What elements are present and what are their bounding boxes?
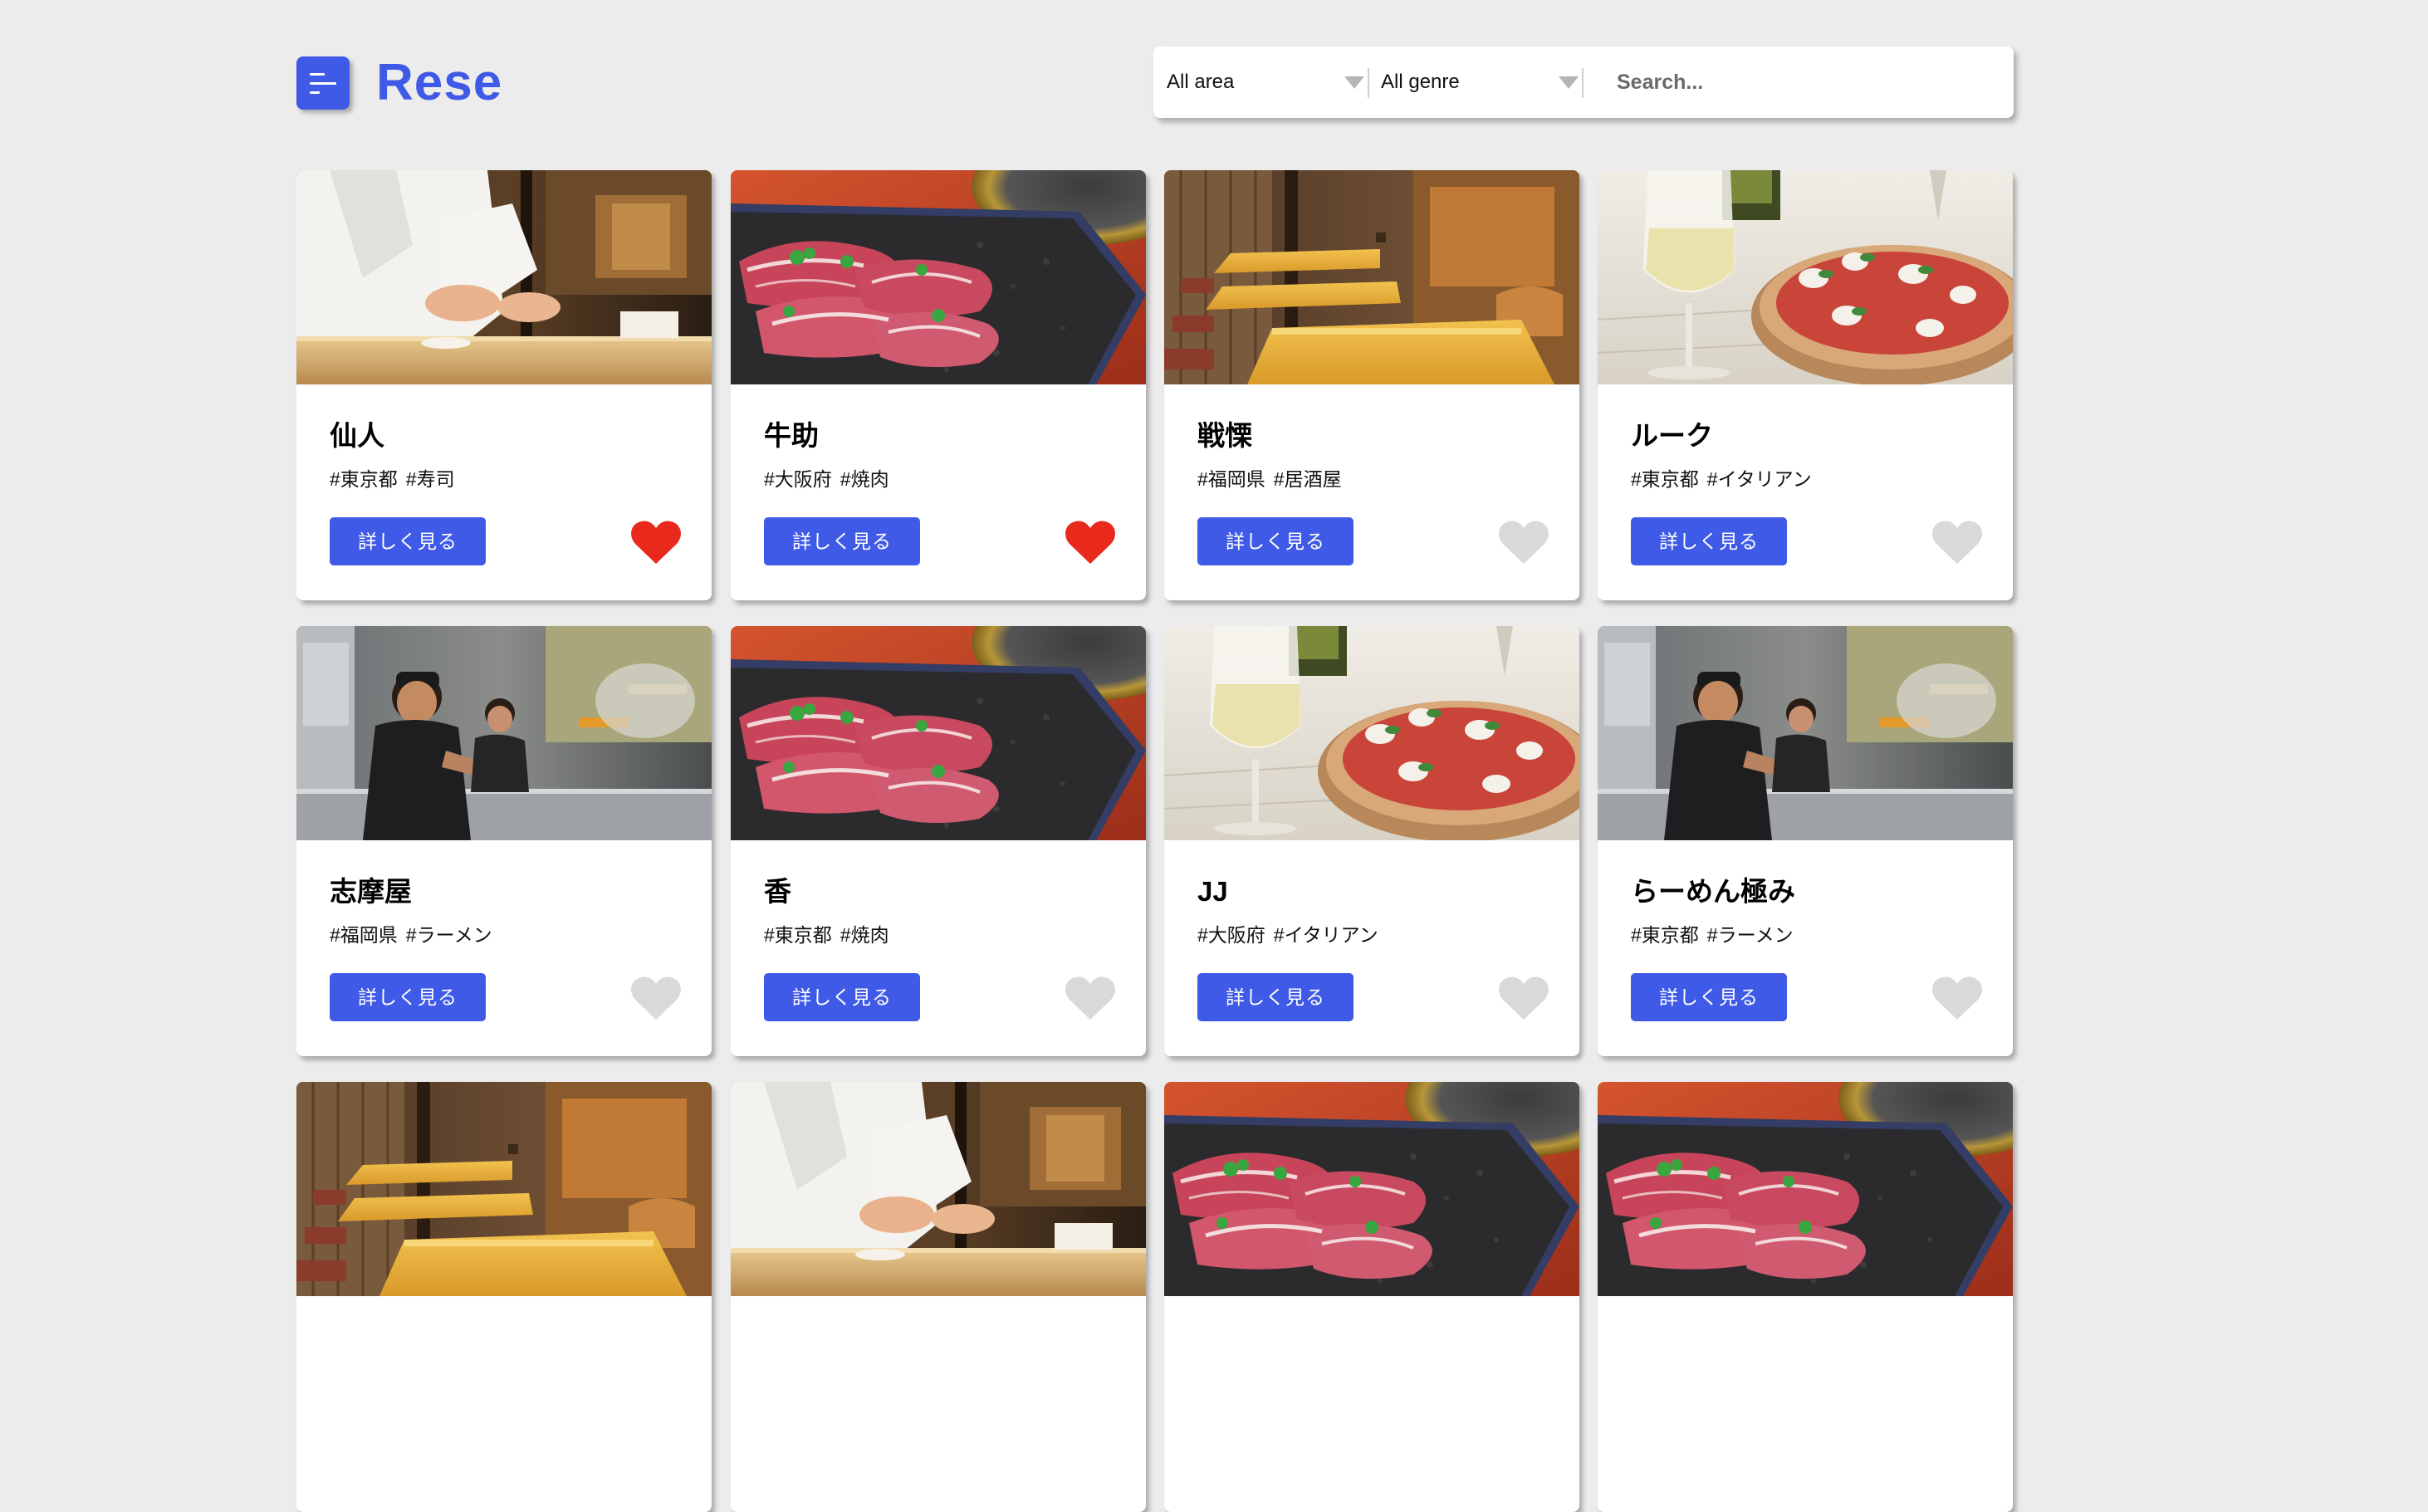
- shop-card: 戦慄 #福岡県 #居酒屋詳しく見る: [1164, 170, 1579, 600]
- ramen-kitchen-photo: [296, 626, 712, 840]
- area-select-value: All area: [1167, 71, 1235, 93]
- shop-name: らーめん極み: [1631, 876, 1795, 907]
- genre-tag: #寿司: [405, 468, 455, 490]
- izakaya-room-photo: [1164, 170, 1579, 384]
- area-tag: #東京都: [764, 924, 832, 946]
- area-tag: #東京都: [330, 468, 398, 490]
- detail-button[interactable]: 詳しく見る: [1631, 517, 1787, 565]
- pizza-wine-photo: [1598, 170, 2013, 384]
- sushi-chef-photo: [731, 1082, 1146, 1296]
- genre-tag: #ラーメン: [405, 924, 492, 946]
- menu-line: [310, 82, 336, 85]
- yakiniku-meat-photo: [731, 626, 1146, 840]
- shop-name: ルーク: [1631, 420, 1713, 451]
- detail-button[interactable]: 詳しく見る: [1197, 973, 1354, 1021]
- detail-button[interactable]: 詳しく見る: [764, 517, 920, 565]
- shop-name: 仙人: [330, 420, 384, 451]
- genre-tag: #イタリアン: [1273, 924, 1378, 946]
- header: Rese All area All genre: [296, 46, 2015, 121]
- genre-select[interactable]: All genre: [1368, 46, 1584, 118]
- shop-card: らーめん極み #東京都 #ラーメン詳しく見る: [1598, 626, 2013, 1056]
- shop-card: [296, 1082, 712, 1512]
- genre-tag: #焼肉: [840, 468, 889, 490]
- shop-name: 戦慄: [1197, 420, 1252, 451]
- shop-card: ルーク #東京都 #イタリアン詳しく見る: [1598, 170, 2013, 600]
- ramen-kitchen-photo: [1598, 626, 2013, 840]
- genre-select-value: All genre: [1381, 71, 1460, 93]
- detail-button[interactable]: 詳しく見る: [1631, 973, 1787, 1021]
- brand-title: Rese: [376, 54, 503, 111]
- chevron-down-icon: [1344, 76, 1364, 89]
- yakiniku-meat-photo: [1164, 1082, 1579, 1296]
- heart-icon[interactable]: [1065, 519, 1116, 565]
- area-select[interactable]: All area: [1153, 46, 1369, 118]
- shop-name: JJ: [1197, 876, 1228, 907]
- shop-tags: #東京都 #焼肉: [764, 923, 889, 947]
- menu-line: [310, 91, 320, 94]
- divider: [1582, 68, 1584, 98]
- yakiniku-meat-photo: [731, 170, 1146, 384]
- detail-button[interactable]: 詳しく見る: [764, 973, 920, 1021]
- detail-button[interactable]: 詳しく見る: [330, 973, 486, 1021]
- menu-button[interactable]: [296, 56, 350, 110]
- search-filter-bar: All area All genre: [1153, 46, 2014, 118]
- shop-name: 志摩屋: [330, 876, 412, 907]
- detail-button[interactable]: 詳しく見る: [1197, 517, 1354, 565]
- area-tag: #福岡県: [330, 924, 398, 946]
- heart-icon[interactable]: [630, 975, 682, 1021]
- area-tag: #大阪府: [764, 468, 832, 490]
- heart-icon[interactable]: [1498, 519, 1549, 565]
- shop-card: [1598, 1082, 2013, 1512]
- shop-card: [1164, 1082, 1579, 1512]
- shop-tags: #福岡県 #ラーメン: [330, 923, 492, 947]
- shop-card: 香 #東京都 #焼肉詳しく見る: [731, 626, 1146, 1056]
- menu-lines-icon: [310, 73, 325, 76]
- shop-tags: #大阪府 #焼肉: [764, 467, 889, 491]
- genre-tag: #ラーメン: [1706, 924, 1794, 946]
- shop-tags: #東京都 #寿司: [330, 467, 455, 491]
- area-tag: #東京都: [1631, 924, 1699, 946]
- pizza-wine-photo: [1164, 626, 1579, 840]
- shop-tags: #東京都 #ラーメン: [1631, 923, 1794, 947]
- detail-button[interactable]: 詳しく見る: [330, 517, 486, 565]
- area-tag: #福岡県: [1197, 468, 1265, 490]
- izakaya-room-photo: [296, 1082, 712, 1296]
- shop-card: 仙人 #東京都 #寿司詳しく見る: [296, 170, 712, 600]
- shop-card: 牛助 #大阪府 #焼肉詳しく見る: [731, 170, 1146, 600]
- heart-icon[interactable]: [1931, 975, 1983, 1021]
- yakiniku-meat-photo: [1598, 1082, 2013, 1296]
- shop-name: 牛助: [764, 420, 819, 451]
- search-input[interactable]: [1617, 61, 1982, 103]
- area-tag: #大阪府: [1197, 924, 1265, 946]
- sushi-chef-photo: [296, 170, 712, 384]
- heart-icon[interactable]: [1065, 975, 1116, 1021]
- genre-tag: #居酒屋: [1273, 468, 1342, 490]
- shop-tags: #大阪府 #イタリアン: [1197, 923, 1378, 947]
- shop-tags: #福岡県 #居酒屋: [1197, 467, 1342, 491]
- chevron-down-icon: [1559, 76, 1579, 89]
- shop-card: JJ #大阪府 #イタリアン詳しく見る: [1164, 626, 1579, 1056]
- area-tag: #東京都: [1631, 468, 1699, 490]
- shop-name: 香: [764, 876, 791, 907]
- heart-icon[interactable]: [630, 519, 682, 565]
- shop-card: 志摩屋 #福岡県 #ラーメン詳しく見る: [296, 626, 712, 1056]
- genre-tag: #焼肉: [840, 924, 889, 946]
- shop-card: [731, 1082, 1146, 1512]
- heart-icon[interactable]: [1498, 975, 1549, 1021]
- genre-tag: #イタリアン: [1706, 468, 1812, 490]
- heart-icon[interactable]: [1931, 519, 1983, 565]
- shop-tags: #東京都 #イタリアン: [1631, 467, 1812, 491]
